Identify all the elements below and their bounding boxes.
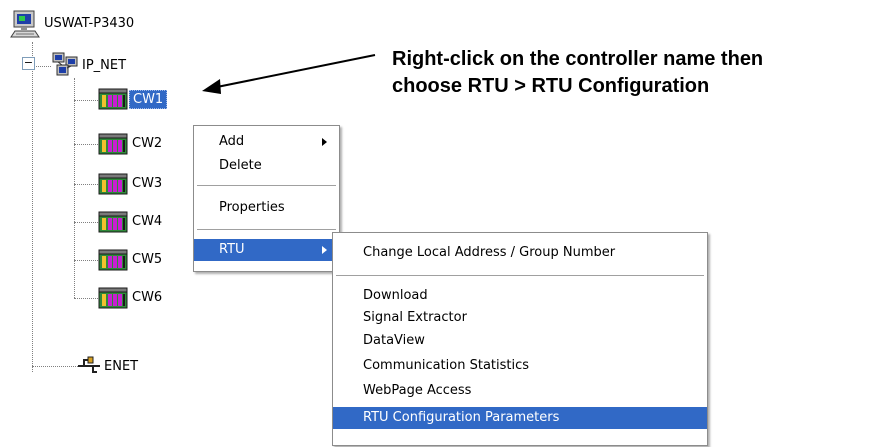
plc-icon [98, 211, 128, 233]
tree-line [74, 184, 98, 185]
menu-separator [197, 185, 336, 186]
menu-item-label: DataView [363, 333, 425, 348]
menu-separator [197, 229, 336, 230]
menu-item-label: WebPage Access [363, 383, 472, 398]
menu-item-rtu[interactable]: RTU [194, 239, 339, 261]
network-icon [52, 52, 78, 78]
computer-icon [10, 10, 40, 40]
tree-item-cw6[interactable]: CW6 [132, 289, 162, 306]
plc-icon [98, 133, 128, 155]
ethernet-icon [76, 356, 102, 376]
tree-line [74, 260, 98, 261]
menu-item-delete[interactable]: Delete [194, 155, 339, 177]
plc-icon [98, 173, 128, 195]
menu-item-signal-extractor[interactable]: Signal Extractor [333, 307, 707, 329]
tree-root-label[interactable]: USWAT-P3430 [44, 15, 134, 32]
menu-separator [336, 275, 704, 276]
menu-item-add[interactable]: Add [194, 131, 339, 153]
menu-item-webpage-access[interactable]: WebPage Access [333, 380, 707, 402]
tree-item-enet[interactable]: ENET [104, 358, 138, 375]
menu-item-rtu-configuration-parameters[interactable]: RTU Configuration Parameters [333, 407, 707, 429]
menu-item-label: Download [363, 288, 428, 303]
menu-item-properties[interactable]: Properties [194, 197, 339, 219]
tree-item-cw5[interactable]: CW5 [132, 251, 162, 268]
tree-item-cw4[interactable]: CW4 [132, 213, 162, 230]
menu-item-label: RTU Configuration Parameters [363, 410, 560, 425]
menu-item-label: Add [219, 134, 245, 149]
tree-line [74, 144, 98, 145]
menu-item-change-local-address[interactable]: Change Local Address / Group Number [333, 242, 707, 264]
menu-item-label: Delete [219, 158, 262, 173]
tree-item-cw2[interactable]: CW2 [132, 135, 162, 152]
tree-line [74, 222, 98, 223]
submenu-arrow-icon [322, 138, 327, 146]
menu-item-label: Properties [219, 200, 285, 215]
menu-item-dataview[interactable]: DataView [333, 330, 707, 352]
tree-network-label[interactable]: IP_NET [82, 57, 126, 74]
menu-item-label: Communication Statistics [363, 358, 530, 373]
rtu-submenu: Change Local Address / Group Number Down… [332, 232, 708, 446]
menu-item-download[interactable]: Download [333, 285, 707, 307]
menu-item-label: Change Local Address / Group Number [363, 245, 616, 260]
tree-line [32, 42, 33, 372]
plc-icon [98, 249, 128, 271]
minus-icon: − [23, 56, 34, 69]
submenu-arrow-icon [322, 246, 327, 254]
menu-item-communication-statistics[interactable]: Communication Statistics [333, 355, 707, 377]
callout-text-line1: Right-click on the controller name then [392, 48, 764, 70]
menu-item-label: RTU [219, 242, 245, 257]
tree-collapse-toggle[interactable]: − [22, 57, 35, 70]
tree-line [74, 298, 98, 299]
tree-item-cw1[interactable]: CW1 [129, 90, 168, 109]
tree-line [74, 100, 98, 101]
tree-item-cw3[interactable]: CW3 [132, 175, 162, 192]
tree-line [74, 78, 75, 298]
plc-icon [98, 88, 128, 110]
callout-arrow [180, 50, 380, 100]
menu-item-label: Signal Extractor [363, 310, 467, 325]
callout-text-line2: choose RTU > RTU Configuration [392, 75, 710, 97]
context-menu: Add Delete Properties RTU [193, 125, 340, 272]
tree-line [32, 366, 78, 367]
plc-icon [98, 287, 128, 309]
tree-line [36, 66, 51, 67]
